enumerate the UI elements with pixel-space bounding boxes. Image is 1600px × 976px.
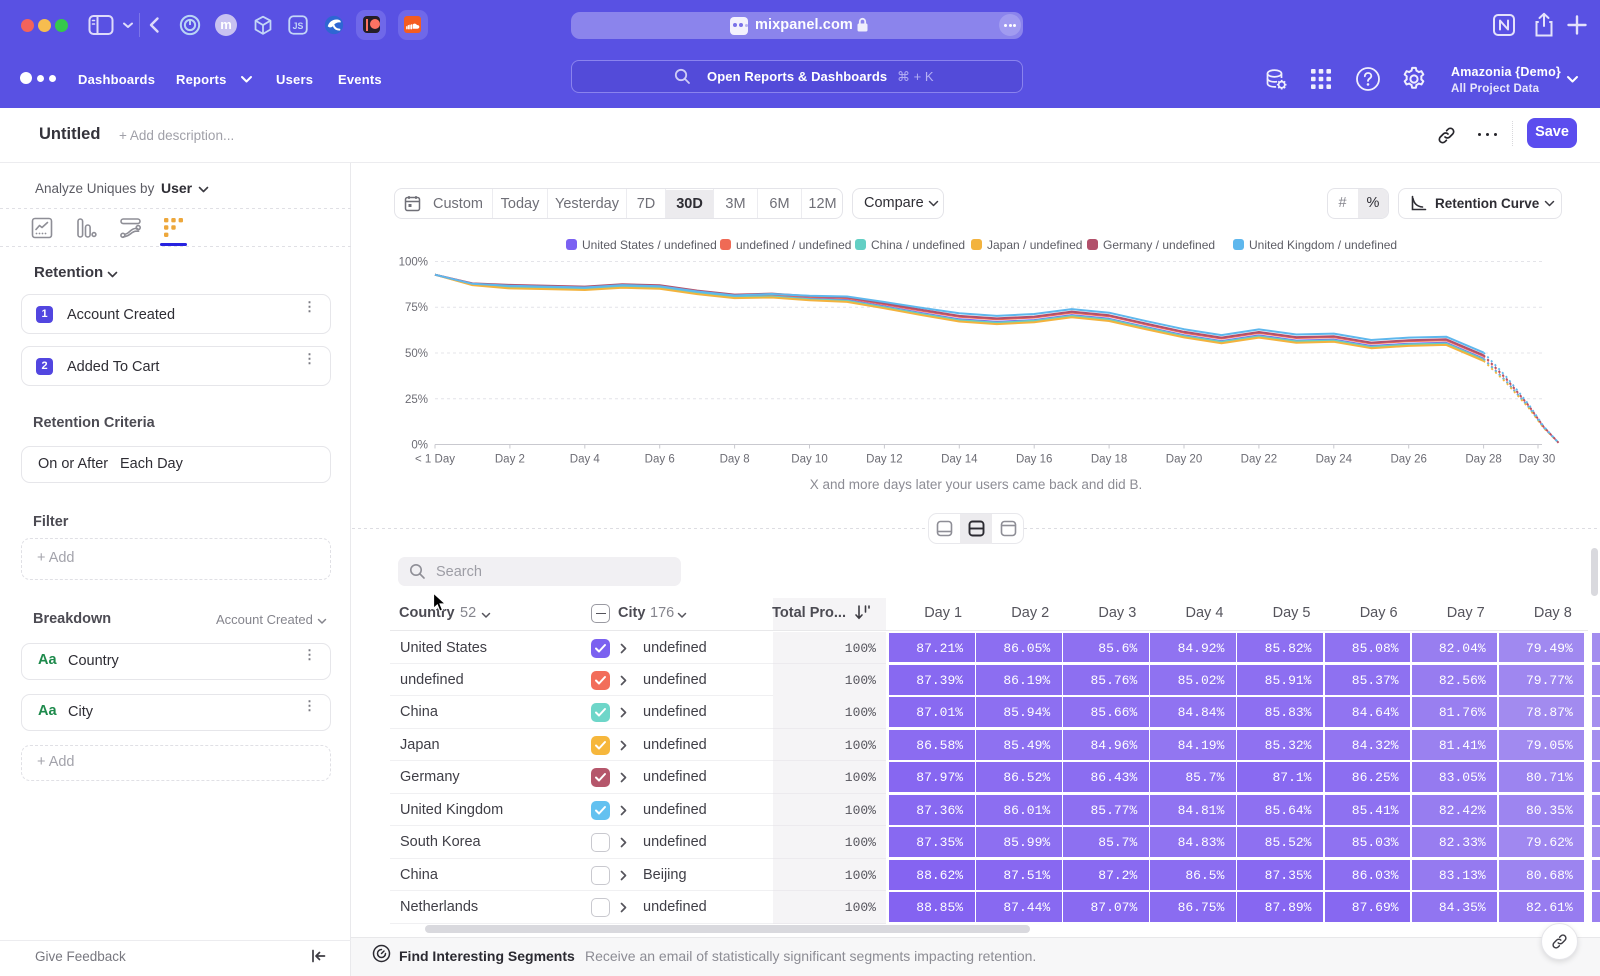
svg-text:Day 30: Day 30 [1519,454,1555,466]
svg-text:25%: 25% [405,394,428,406]
svg-text:Day 22: Day 22 [1241,454,1277,466]
svg-text:0%: 0% [411,440,428,452]
svg-text:100%: 100% [399,257,428,269]
svg-text:Day 12: Day 12 [866,454,902,466]
svg-text:Day 20: Day 20 [1166,454,1202,466]
svg-text:Day 14: Day 14 [941,454,978,466]
svg-text:Day 24: Day 24 [1316,454,1353,466]
svg-text:Day 8: Day 8 [720,454,750,466]
svg-text:50%: 50% [405,348,428,360]
svg-text:Day 16: Day 16 [1016,454,1052,466]
svg-text:Day 26: Day 26 [1390,454,1426,466]
svg-text:JS: JS [293,21,304,31]
svg-text:Day 18: Day 18 [1091,454,1127,466]
svg-text:< 1 Day: < 1 Day [415,454,455,466]
svg-text:Day 2: Day 2 [495,454,525,466]
svg-text:Day 6: Day 6 [645,454,675,466]
svg-text:Day 10: Day 10 [791,454,827,466]
svg-text:75%: 75% [405,302,428,314]
svg-text:Day 28: Day 28 [1465,454,1501,466]
svg-text:Day 4: Day 4 [570,454,601,466]
